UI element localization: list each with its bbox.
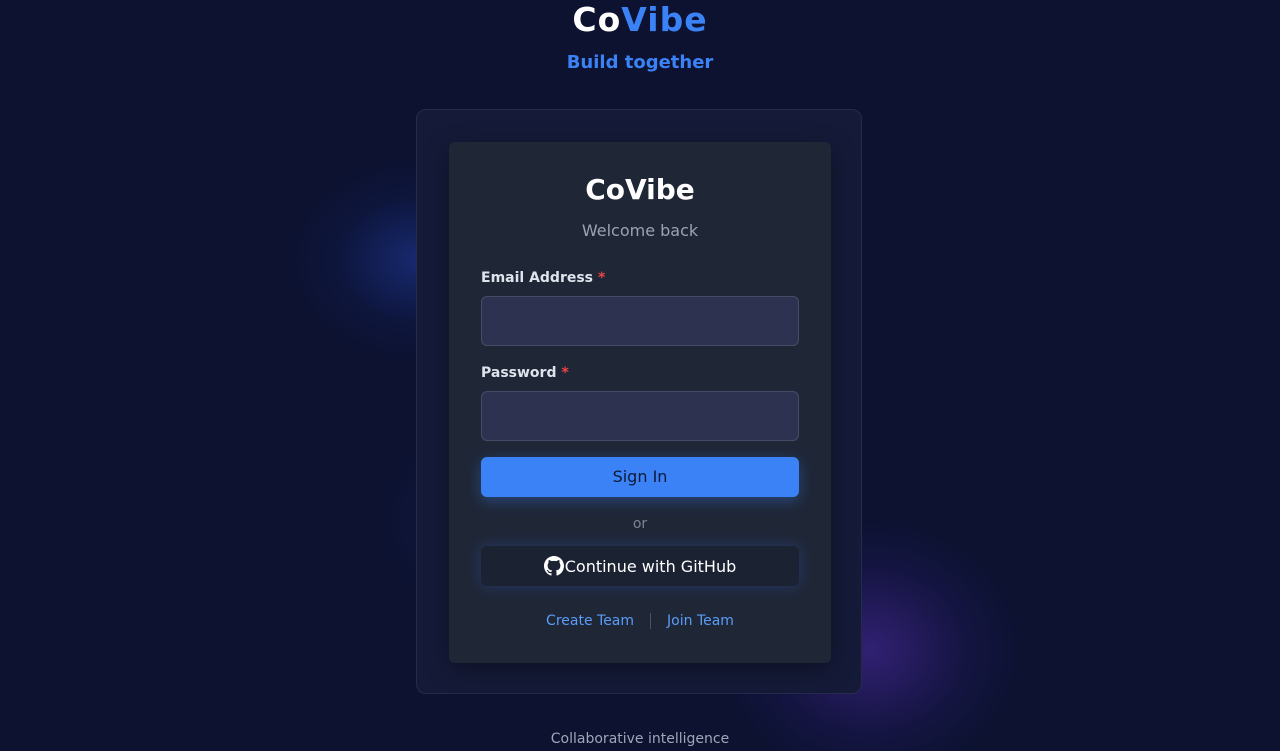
email-label: Email Address * bbox=[481, 269, 605, 287]
links-separator bbox=[650, 613, 652, 629]
brand-logo-prefix: Co bbox=[572, 0, 622, 39]
email-field[interactable] bbox=[481, 296, 799, 346]
footer-tagline: Collaborative intelligence bbox=[550, 731, 730, 747]
github-login-button[interactable]: Continue with GitHub bbox=[481, 546, 799, 586]
join-team-link[interactable]: Join Team bbox=[667, 613, 734, 629]
password-label: Password * bbox=[481, 364, 569, 382]
brand-tagline: Build together bbox=[566, 52, 714, 73]
github-icon bbox=[543, 556, 564, 576]
card-subtitle: Welcome back bbox=[581, 221, 699, 240]
password-label-text: Password bbox=[481, 365, 557, 381]
password-field[interactable] bbox=[481, 391, 799, 441]
or-divider: or bbox=[632, 516, 648, 532]
brand-logo: CoVibe bbox=[0, 0, 1280, 40]
email-required-marker: * bbox=[598, 270, 606, 286]
github-login-label: Continue with GitHub bbox=[564, 556, 737, 576]
password-required-marker: * bbox=[561, 365, 569, 381]
card-title: CoVibe bbox=[585, 173, 695, 206]
sign-in-button[interactable]: Sign In bbox=[481, 457, 799, 497]
brand-logo-accent: Vibe bbox=[621, 0, 708, 39]
login-card: CoVibe Welcome back Email Address * Passw… bbox=[449, 142, 831, 663]
email-label-text: Email Address bbox=[481, 270, 594, 286]
team-links: Create Team Join Team bbox=[449, 611, 831, 631]
create-team-link[interactable]: Create Team bbox=[546, 613, 634, 629]
